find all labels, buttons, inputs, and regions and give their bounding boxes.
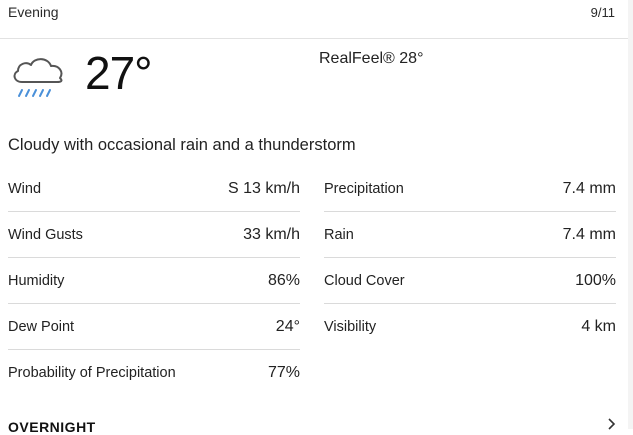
detail-value: 7.4 mm — [562, 179, 616, 197]
details-right-column: Precipitation 7.4 mm Rain 7.4 mm Cloud C… — [324, 166, 616, 350]
realfeel-temperature: RealFeel® 28° — [319, 50, 424, 67]
detail-row-rain: Rain 7.4 mm — [324, 212, 616, 258]
forecast-header: Evening 9/11 — [0, 0, 633, 39]
chevron-right-icon[interactable] — [606, 418, 618, 430]
detail-value: 7.4 mm — [562, 225, 616, 243]
detail-value: 24° — [275, 317, 300, 335]
detail-label: Precipitation — [324, 180, 404, 197]
overnight-section-title[interactable]: OVERNIGHT — [8, 419, 96, 435]
detail-value: 86% — [267, 271, 300, 289]
detail-row-visibility: Visibility 4 km — [324, 304, 616, 350]
detail-row-humidity: Humidity 86% — [8, 258, 300, 304]
detail-label: Humidity — [8, 272, 65, 289]
detail-label: Wind Gusts — [8, 226, 83, 243]
detail-row-cloud-cover: Cloud Cover 100% — [324, 258, 616, 304]
detail-label: Probability of Precipitation — [8, 365, 176, 381]
detail-row-precipitation: Precipitation 7.4 mm — [324, 166, 616, 212]
detail-row-precip-probability: Probability of Precipitation 77% — [8, 350, 300, 396]
detail-label: Cloud Cover — [324, 272, 405, 289]
cloud-rain-icon — [13, 58, 63, 97]
detail-label: Rain — [324, 226, 354, 243]
detail-label: Dew Point — [8, 318, 75, 335]
detail-value: 33 km/h — [243, 225, 300, 243]
weather-phrase: Cloudy with occasional rain and a thunde… — [8, 136, 356, 154]
detail-value: 100% — [575, 271, 616, 289]
detail-row-dew-point: Dew Point 24° — [8, 304, 300, 350]
detail-value: 77% — [267, 364, 300, 381]
detail-value: S 13 km/h — [227, 179, 300, 197]
current-temperature: 27° — [85, 47, 153, 99]
detail-label: Wind — [8, 180, 42, 197]
date-label: 9/11 — [590, 5, 615, 20]
period-label: Evening — [8, 4, 59, 20]
scrollbar[interactable] — [628, 0, 633, 429]
detail-value: 4 km — [581, 318, 616, 335]
detail-row-wind: Wind S 13 km/h — [8, 166, 300, 212]
details-left-column: Wind S 13 km/h Wind Gusts 33 km/h Humidi… — [8, 166, 300, 396]
detail-label: Visibility — [324, 319, 377, 335]
detail-row-wind-gusts: Wind Gusts 33 km/h — [8, 212, 300, 258]
